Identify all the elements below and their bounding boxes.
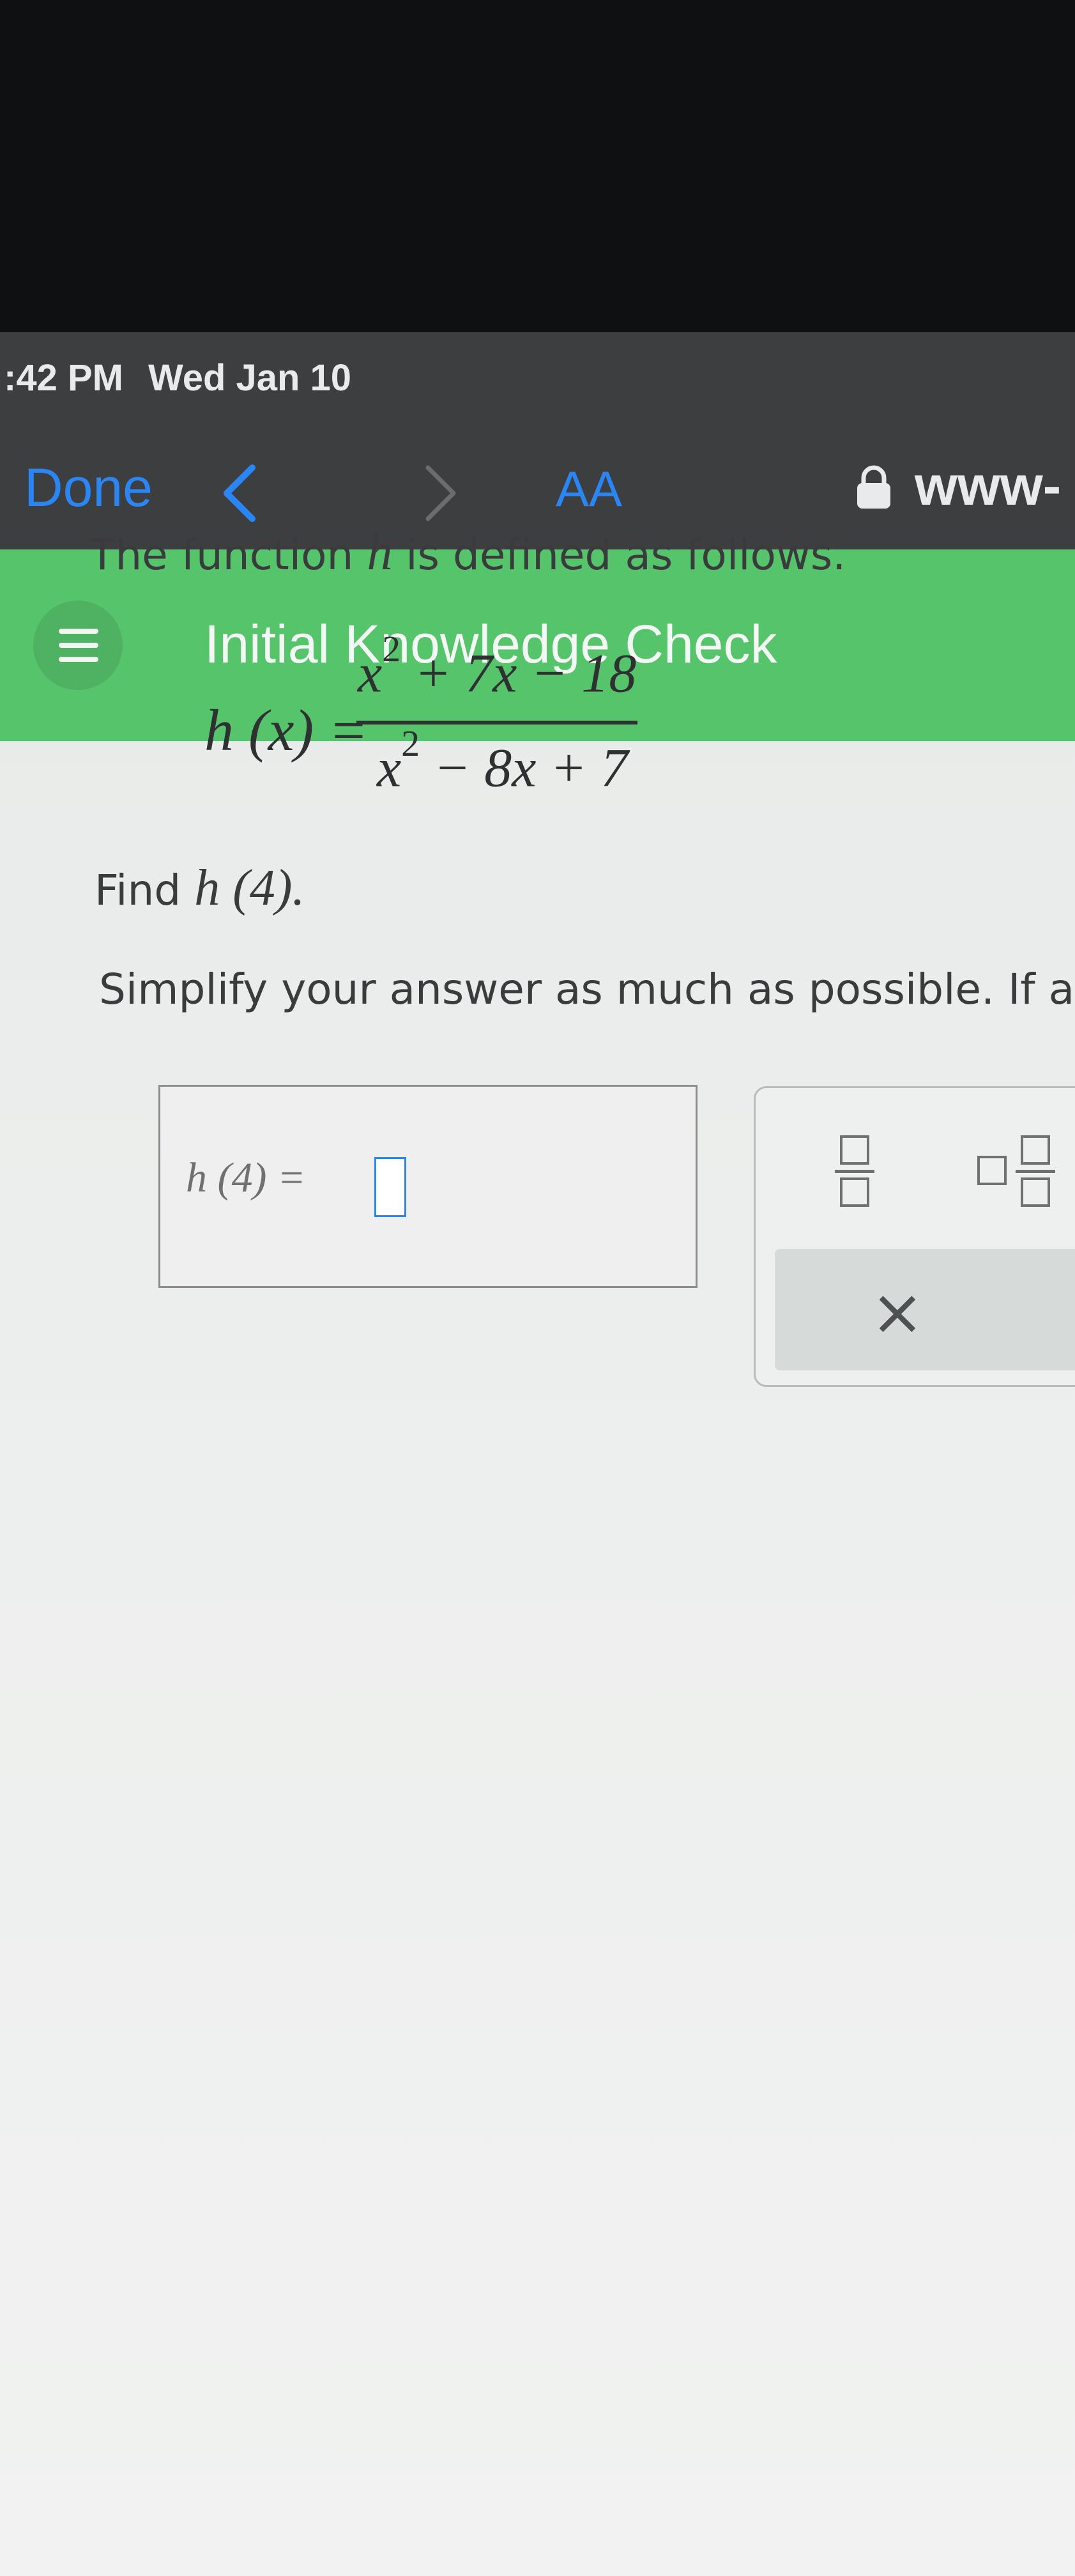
url-bar[interactable]: www- xyxy=(915,455,1061,518)
mixed-number-icon[interactable] xyxy=(976,1133,1065,1213)
status-bar: :42 PM Wed Jan 10 xyxy=(0,332,1075,422)
fraction-icon[interactable] xyxy=(832,1133,877,1213)
function-variable: h xyxy=(367,525,393,581)
clear-icon: × xyxy=(871,1275,924,1349)
instruction-text: Simplify your answer as much as possible… xyxy=(99,965,1075,1014)
fraction-bar xyxy=(356,721,637,724)
answer-input[interactable] xyxy=(374,1157,406,1217)
question-intro: The function h is defined as follows. xyxy=(89,525,846,581)
chevron-left-icon[interactable] xyxy=(217,461,262,528)
function-formula: h (x) = x2 + 7x − 18 x2 − 8x + 7 xyxy=(204,628,652,805)
status-time: :42 PM xyxy=(4,357,123,399)
formula-lhs: h (x) = xyxy=(204,698,369,763)
answer-box: h (4) = xyxy=(158,1085,698,1288)
text-size-button[interactable]: AA xyxy=(556,460,622,518)
clear-button[interactable]: × xyxy=(775,1249,1075,1370)
answer-label: h (4) = xyxy=(186,1154,306,1201)
done-button[interactable]: Done xyxy=(24,457,153,519)
chevron-right-icon[interactable] xyxy=(418,461,463,528)
lock-icon xyxy=(855,464,893,513)
find-prompt: Find h (4). xyxy=(95,860,305,916)
status-date: Wed Jan 10 xyxy=(148,357,352,399)
formula-denominator: x2 − 8x + 7 xyxy=(377,723,629,799)
tablet-screen: :42 PM Wed Jan 10 Done AA www- Initial K… xyxy=(0,332,1075,2576)
formula-numerator: x2 + 7x − 18 xyxy=(358,628,637,704)
math-keypad: × xyxy=(754,1086,1075,1387)
menu-icon[interactable] xyxy=(33,601,123,690)
